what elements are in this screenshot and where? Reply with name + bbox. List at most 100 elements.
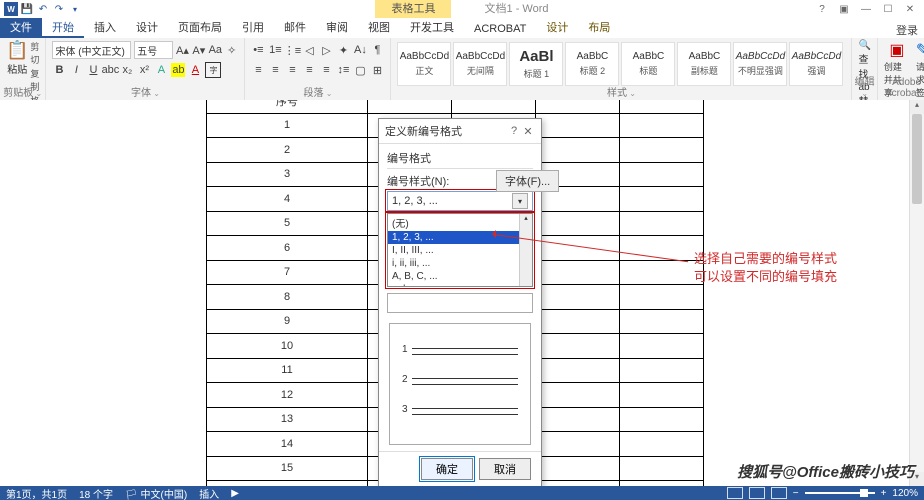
tab-mailings[interactable]: 邮件	[274, 16, 316, 38]
tab-file[interactable]: 文件	[0, 16, 42, 38]
number-style-combo[interactable]: 1, 2, 3, ... ▾	[387, 191, 533, 211]
table-cell[interactable]: 4	[207, 187, 368, 212]
listbox-option[interactable]: 1, 2, 3, ...	[388, 231, 532, 244]
chevron-down-icon[interactable]: ▾	[512, 193, 528, 209]
table-cell[interactable]: 1	[207, 113, 368, 138]
tab-table-layout[interactable]: 布局	[578, 16, 620, 38]
font-button[interactable]: 字体(F)...	[496, 170, 559, 192]
status-mode[interactable]: 插入	[199, 486, 219, 500]
dialog-close-icon[interactable]: ✕	[521, 125, 535, 138]
show-marks-icon[interactable]: ¶	[370, 43, 384, 57]
align-left-icon[interactable]: ≡	[251, 63, 265, 77]
shading-icon[interactable]: ▢	[353, 63, 367, 77]
table-cell[interactable]: 13	[207, 407, 368, 432]
borders-icon[interactable]: ⊞	[370, 63, 384, 77]
login-link[interactable]: 登录	[896, 22, 924, 38]
tab-acrobat[interactable]: ACROBAT	[464, 20, 536, 38]
multilevel-icon[interactable]: ⋮≡	[285, 43, 299, 57]
line-spacing-icon[interactable]: ↕≡	[336, 63, 350, 77]
sort-icon[interactable]: A↓	[353, 43, 367, 57]
justify-icon[interactable]: ≡	[302, 63, 316, 77]
subscript-icon[interactable]: x₂	[120, 63, 134, 77]
style-item[interactable]: AaBbC标题	[621, 42, 675, 86]
tab-review[interactable]: 审阅	[316, 16, 358, 38]
bullets-icon[interactable]: •≡	[251, 43, 265, 57]
table-cell[interactable]: 2	[207, 138, 368, 163]
tab-table-design[interactable]: 设计	[536, 16, 578, 38]
listbox-option[interactable]: i, ii, iii, ...	[388, 257, 532, 270]
table-cell[interactable]: 14	[207, 432, 368, 457]
status-words[interactable]: 18 个字	[79, 486, 113, 500]
italic-icon[interactable]: I	[69, 63, 83, 77]
table-cell[interactable]: 6	[207, 236, 368, 261]
listbox-option[interactable]: A, B, C, ...	[388, 270, 532, 283]
status-lang[interactable]: 🏳 中文(中国)	[125, 486, 187, 500]
undo-icon[interactable]: ↶	[36, 2, 50, 16]
decrease-indent-icon[interactable]: ◁	[302, 43, 316, 57]
text-effects-icon[interactable]: A	[154, 63, 168, 77]
view-print-icon[interactable]	[749, 487, 765, 499]
style-item[interactable]: AaBbCcDd无间隔	[453, 42, 507, 86]
table-cell[interactable]: 10	[207, 334, 368, 359]
status-page[interactable]: 第1页，共1页	[6, 486, 67, 500]
dialog-help-icon[interactable]: ?	[507, 125, 521, 137]
view-web-icon[interactable]	[771, 487, 787, 499]
table-cell[interactable]: 5	[207, 211, 368, 236]
enclose-icon[interactable]: 字	[205, 62, 221, 78]
tab-view[interactable]: 视图	[358, 16, 400, 38]
style-item[interactable]: AaBl标题 1	[509, 42, 563, 86]
font-size-dropdown[interactable]: 五号	[134, 41, 173, 59]
zoom-value[interactable]: 120%	[892, 488, 918, 499]
zoom-slider[interactable]	[805, 492, 875, 494]
listbox-option[interactable]: I, II, III, ...	[388, 244, 532, 257]
style-item[interactable]: AaBbCcDd不明显强调	[733, 42, 787, 86]
tab-layout[interactable]: 页面布局	[168, 16, 232, 38]
clear-format-icon[interactable]: ✧	[225, 43, 238, 57]
tab-design[interactable]: 设计	[126, 16, 168, 38]
table-cell[interactable]: 15	[207, 456, 368, 481]
status-macro-icon[interactable]: ▶	[231, 488, 239, 499]
increase-indent-icon[interactable]: ▷	[319, 43, 333, 57]
underline-icon[interactable]: U	[86, 63, 100, 77]
number-style-listbox[interactable]: (无)1, 2, 3, ...I, II, III, ...i, ii, iii…	[387, 213, 533, 287]
close-icon[interactable]: ✕	[900, 2, 920, 16]
scroll-thumb[interactable]	[912, 114, 922, 204]
grow-font-icon[interactable]: A▴	[176, 43, 189, 57]
tab-insert[interactable]: 插入	[84, 16, 126, 38]
qat-more-icon[interactable]: ▾	[68, 2, 82, 16]
zoom-out-icon[interactable]: −	[793, 488, 799, 499]
table-cell[interactable]: 11	[207, 358, 368, 383]
listbox-option[interactable]: a, b, c, ...	[388, 283, 532, 287]
superscript-icon[interactable]: x²	[137, 63, 151, 77]
highlight-icon[interactable]: ab	[171, 63, 185, 77]
distribute-icon[interactable]: ≡	[319, 63, 333, 77]
align-right-icon[interactable]: ≡	[285, 63, 299, 77]
scroll-up-icon[interactable]: ▴	[910, 100, 924, 114]
zoom-in-icon[interactable]: +	[881, 488, 887, 499]
ok-button[interactable]: 确定	[421, 458, 473, 480]
table-cell[interactable]: 9	[207, 309, 368, 334]
style-item[interactable]: AaBbC标题 2	[565, 42, 619, 86]
table-cell[interactable]: 7	[207, 260, 368, 285]
maximize-icon[interactable]: ☐	[878, 2, 898, 16]
align-center-icon[interactable]: ≡	[268, 63, 282, 77]
font-color-icon[interactable]: A	[188, 63, 202, 77]
listbox-option[interactable]: (无)	[388, 214, 532, 231]
help-icon[interactable]: ?	[812, 2, 832, 16]
minimize-icon[interactable]: —	[856, 2, 876, 16]
listbox-scrollbar[interactable]: ▴	[519, 214, 532, 286]
table-cell[interactable]: 8	[207, 285, 368, 310]
shrink-font-icon[interactable]: A▾	[192, 43, 205, 57]
asian-layout-icon[interactable]: ✦	[336, 43, 350, 57]
tab-home[interactable]: 开始	[42, 16, 84, 38]
numbering-icon[interactable]: 1≡	[268, 43, 282, 57]
change-case-icon[interactable]: Aa	[209, 43, 222, 57]
cut-button[interactable]: 剪切	[30, 40, 39, 66]
cancel-button[interactable]: 取消	[479, 458, 531, 480]
strike-icon[interactable]: abc	[103, 63, 117, 77]
table-cell[interactable]: 12	[207, 383, 368, 408]
view-read-icon[interactable]	[727, 487, 743, 499]
style-item[interactable]: AaBbC副标题	[677, 42, 731, 86]
vertical-scrollbar[interactable]: ▴ ▾	[909, 100, 924, 486]
style-item[interactable]: AaBbCcDd强调	[789, 42, 843, 86]
